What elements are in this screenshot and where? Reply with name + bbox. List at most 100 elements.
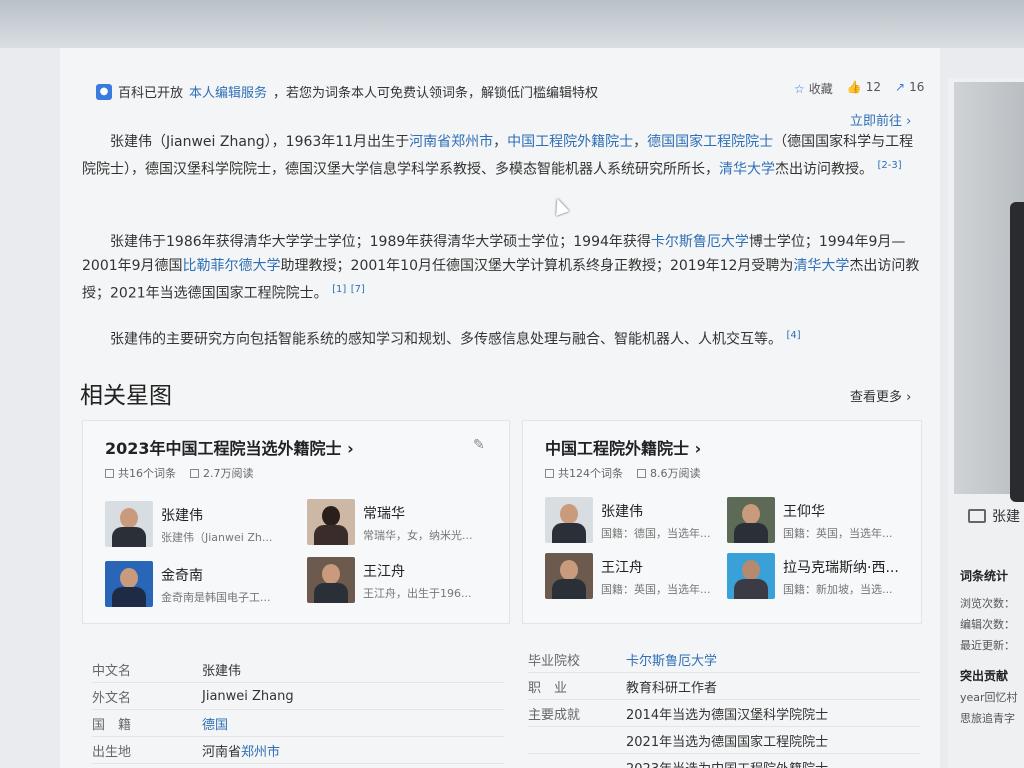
card-title[interactable]: 2023年中国工程院当选外籍院士 › — [105, 435, 354, 459]
like-count: 12 — [865, 80, 882, 94]
person-item[interactable]: 王江舟 王江舟，出生于196... — [307, 557, 507, 603]
avatar — [545, 553, 593, 599]
goto-link[interactable]: 立即前往 › — [850, 110, 911, 129]
link-cae-foreign[interactable]: 中国工程院外籍院士 — [507, 134, 633, 150]
person-desc: 金奇南是韩国电子工... — [161, 591, 271, 604]
info-value: 张建伟 — [202, 663, 242, 679]
person-item[interactable]: 金奇南 金奇南是韩国电子工... — [105, 561, 305, 607]
contributor-2[interactable]: 思旅追青字 — [960, 708, 1024, 729]
p1-text-a: 张建伟（Jianwei Zhang），1963年11月出生于 — [110, 134, 410, 150]
read-count-text: 2.7万阅读 — [203, 467, 254, 480]
basic-info-right: 毕业院校 卡尔斯鲁厄大学 职 业 教育科研工作者 主要成就 2014年当选为德国汉堡科… — [528, 646, 920, 768]
album-label: 张建 — [992, 509, 1020, 525]
person-desc: 常瑞华，女，纳米光... — [363, 529, 473, 542]
p2-text-c: 助理教授；2001年10月任德国汉堡大学计算机系终身正教授；2019年12月受聘… — [280, 258, 794, 274]
p3-text: 张建伟的主要研究方向包括智能系统的感知学习和规划、多传感信息处理与融合、智能机器… — [110, 331, 782, 348]
person-item[interactable]: 张建伟 张建伟（Jianwei Zh... — [105, 501, 305, 547]
link-bielefeld[interactable]: 比勒菲尔德大学 — [183, 258, 281, 274]
info-key: 外文名 — [92, 690, 132, 706]
read-count-text: 8.6万阅读 — [650, 467, 701, 480]
share-button[interactable]: ↗ 16 — [895, 80, 924, 97]
person-item[interactable]: 王江舟 国籍：英国，当选年... — [545, 553, 745, 599]
related-card-2[interactable]: 中国工程院外籍院士 › 共124个词条 8.6万阅读 张建伟国籍：德国，当选年.… — [522, 420, 922, 624]
last-update: 最近更新： — [960, 639, 1015, 652]
collect-label: 收藏 — [808, 82, 833, 96]
info-key: 中文名 — [92, 663, 132, 679]
info-row: 2023年当选为中国工程院外籍院士 — [528, 754, 920, 768]
info-value: 河南省 — [202, 744, 242, 760]
entry-count-text: 共16个词条 — [118, 467, 176, 480]
intro-paragraph-1: 张建伟（Jianwei Zhang），1963年11月出生于河南省郑州市，中国工… — [82, 130, 922, 182]
info-value: 教育科研工作者 — [626, 680, 718, 696]
collect-button[interactable]: ☆ 收藏 — [794, 80, 833, 97]
profile-photo[interactable] — [954, 82, 1024, 502]
person-name: 王江舟 — [601, 560, 643, 576]
related-card-1[interactable]: 2023年中国工程院当选外籍院士 › ✎ 共16个词条 2.7万阅读 张建伟 张建… — [82, 420, 510, 624]
person-item[interactable]: 常瑞华常瑞华，女，纳米光... — [307, 499, 507, 545]
info-row: 中文名 张建伟 — [92, 656, 504, 683]
p1-text-e: 杰出访问教授。 — [775, 161, 873, 178]
info-row: 外文名 Jianwei Zhang — [92, 683, 504, 710]
basic-info-left: 中文名 张建伟 外文名 Jianwei Zhang 国 籍 德国 出生地 河南省郑州市 — [92, 656, 504, 764]
nationality-link[interactable]: 德国 — [202, 718, 228, 733]
info-value: 2023年当选为中国工程院外籍院士 — [626, 758, 828, 768]
p1-sep-1: ， — [493, 134, 508, 150]
ref-1[interactable]: [1] — [332, 284, 346, 295]
info-value: Jianwei Zhang — [202, 688, 294, 704]
notice-text-1: 百科已开放 — [118, 86, 184, 101]
avatar — [545, 497, 593, 543]
share-icon: ↗ — [895, 80, 906, 94]
school-link[interactable]: 卡尔斯鲁厄大学 — [626, 654, 717, 669]
info-key: 出生地 — [92, 744, 132, 760]
link-zhengzhou[interactable]: 河南省郑州市 — [409, 134, 493, 150]
birthplace-link[interactable]: 郑州市 — [241, 745, 280, 760]
link-acatech[interactable]: 德国国家工程院院士 — [647, 134, 773, 150]
p1-sep-2: ， — [633, 134, 648, 150]
album-bar[interactable]: 张建 — [954, 500, 1024, 532]
person-desc: 国籍：新加坡，当选... — [783, 583, 893, 596]
avatar — [307, 557, 355, 603]
related-section-title: 相关星图 — [80, 383, 172, 409]
person-item[interactable]: 王仰华 国籍：英国，当选年... — [727, 497, 927, 543]
card-meta: 共124个词条 8.6万阅读 — [545, 465, 701, 481]
view-more-link[interactable]: 查看更多 › — [850, 386, 911, 405]
entry-stats: 词条统计 浏览次数： 编辑次数： 最近更新： 突出贡献 year回忆村 思旅追青… — [960, 566, 1024, 729]
intro-paragraph-2: 张建伟于1986年获得清华大学学士学位；1989年获得清华大学硕士学位；1994… — [82, 230, 922, 306]
person-name: 张建伟 — [601, 504, 643, 520]
intro-paragraph-3: 张建伟的主要研究方向包括智能系统的感知学习和规划、多传感信息处理与融合、智能机器… — [82, 324, 922, 352]
entry-count: 共16个词条 — [105, 465, 176, 481]
info-row: 主要成就 2014年当选为德国汉堡科学院院士 — [528, 700, 920, 727]
info-key: 职 业 — [528, 680, 568, 696]
edit-pen-icon[interactable]: ✎ — [473, 437, 485, 453]
card-title[interactable]: 中国工程院外籍院士 › — [545, 435, 701, 459]
claim-notice: ● 百科已开放 本人编辑服务 ，若您为词条本人可免费认领词条，解锁低门槛编辑特权 — [96, 82, 598, 101]
browse-count: 浏览次数： — [960, 597, 1015, 610]
info-row: 出生地 河南省郑州市 — [92, 737, 504, 764]
contrib-title: 突出贡献 — [960, 669, 1009, 683]
person-name: 常瑞华 — [363, 506, 405, 522]
link-karlsruhe[interactable]: 卡尔斯鲁厄大学 — [651, 234, 749, 250]
person-name: 王江舟 — [363, 564, 405, 580]
ref-7[interactable]: [7] — [351, 284, 365, 295]
edit-count: 编辑次数： — [960, 618, 1015, 631]
person-desc: 国籍：德国，当选年... — [601, 527, 711, 540]
info-key: 毕业院校 — [528, 653, 581, 669]
ref-2-3[interactable]: [2-3] — [877, 160, 901, 171]
link-tsinghua-2[interactable]: 清华大学 — [793, 258, 849, 274]
edit-service-link[interactable]: 本人编辑服务 — [189, 82, 267, 101]
ref-4[interactable]: [4] — [786, 330, 800, 341]
contributor-1[interactable]: year回忆村 — [960, 687, 1024, 708]
person-name: 拉马克瑞斯纳·西... — [783, 560, 899, 576]
info-value: 2021年当选为德国国家工程院院士 — [626, 734, 829, 750]
avatar — [105, 561, 153, 607]
notice-text-2: ，若您为词条本人可免费认领词条，解锁低门槛编辑特权 — [273, 86, 599, 101]
like-button[interactable]: 👍 12 — [847, 80, 881, 97]
person-item[interactable]: 拉马克瑞斯纳·西... 国籍：新加坡，当选... — [727, 553, 927, 599]
info-key: 国 籍 — [92, 717, 132, 733]
link-tsinghua[interactable]: 清华大学 — [719, 162, 775, 178]
browser-top-area — [0, 0, 1024, 48]
person-item[interactable]: 张建伟国籍：德国，当选年... — [545, 497, 745, 543]
entry-count: 共124个词条 — [545, 465, 623, 481]
stats-title: 词条统计 — [960, 569, 1009, 583]
image-icon — [968, 509, 986, 523]
